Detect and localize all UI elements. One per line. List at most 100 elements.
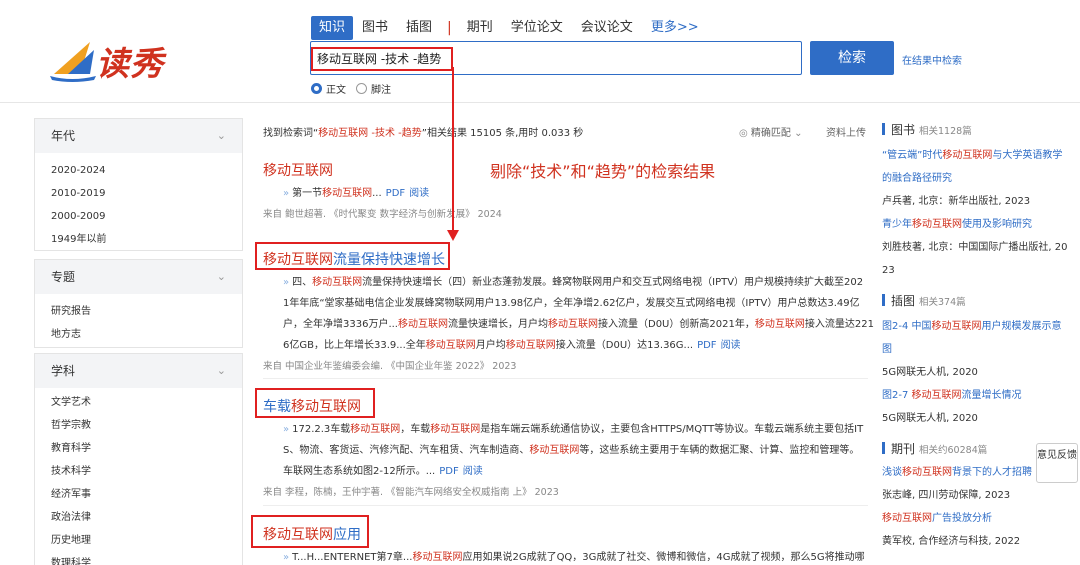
- radio-footnote-label[interactable]: 脚注: [371, 81, 391, 96]
- match-mode-dropdown[interactable]: ◎ 精确匹配 ⌄: [739, 124, 803, 139]
- related-panel: 图书 相关1128篇 “管云端”时代移动互联网与大学英语教学 的融合路径研究 卢兵…: [882, 120, 1080, 553]
- upload-link[interactable]: 资料上传: [826, 124, 866, 139]
- keyword-highlight: 移动互联网: [529, 445, 580, 456]
- snippet-line: 1年年底“堂家基础电信企业发展蜂窝物联网用户13.98亿户，全年净增2.62亿户…: [283, 293, 863, 314]
- snippet-text: 等，这些系统主要用于车辆的数据汇聚、计算、监控和管理等。: [579, 445, 860, 456]
- read-link[interactable]: 阅读: [409, 188, 429, 199]
- filter-subject-item[interactable]: 数理科学: [35, 552, 242, 565]
- related-figure-link[interactable]: 图2-7 移动互联网流量增长情况: [882, 384, 1080, 407]
- snippet-line: » T...H...ENTERNET第7章...移动互联网应用如果说2G成就了QQ…: [283, 547, 865, 565]
- category-tabs: 知识 图书 插图 | 期刊 学位论文 会议论文 更多>>: [311, 16, 708, 40]
- read-link[interactable]: 阅读: [721, 340, 741, 351]
- result-title[interactable]: 移动互联网流量保持快速增长: [263, 249, 863, 269]
- related-book-meta: 刘胜枝著, 北京：中国国际广播出版社, 20: [882, 242, 1068, 253]
- chevron-down-icon[interactable]: ⌄: [217, 260, 226, 294]
- filter-subject-item[interactable]: 教育科学: [35, 437, 242, 460]
- result-item: 车载移动互联网 » 172.2.3车载移动互联网，车载移动互联网是指车端云端系统通…: [263, 396, 863, 498]
- result-item: 移动互联网应用 » T...H...ENTERNET第7章...移动互联网应用如果…: [263, 524, 865, 565]
- keyword-highlight: 移动互联网: [430, 424, 481, 435]
- tab-6[interactable]: 更多>>: [642, 16, 708, 40]
- top-header: 读秀 知识图书插图 | 期刊学位论文会议论文更多>> 检索 在结果中检索 正文 脚注: [0, 0, 1080, 103]
- filter-subject-item[interactable]: 经济军事: [35, 483, 242, 506]
- filter-year-item[interactable]: 2000-2009: [35, 205, 242, 228]
- snippet-text: 月户均: [475, 340, 506, 351]
- radio-footnote[interactable]: [356, 83, 367, 94]
- filter-topic-item[interactable]: 研究报告: [35, 300, 242, 323]
- search-term-highlight-box: [311, 47, 453, 71]
- feedback-button[interactable]: 意见反馈: [1036, 443, 1078, 483]
- filter-year-header[interactable]: 年代 ⌄: [35, 119, 242, 153]
- snippet-line: 户，全年净增3336万户...移动互联网流量快速增长，月户均移动互联网接入流量（…: [283, 314, 874, 335]
- snippet-text: 使用及影响研究: [962, 219, 1032, 230]
- search-in-results-link[interactable]: 在结果中检索: [902, 52, 962, 67]
- filter-subject-item[interactable]: 政治法律: [35, 506, 242, 529]
- related-journal-link[interactable]: 移动互联网广告投放分析: [882, 507, 1080, 530]
- snippet-text: 流量增长情况: [961, 390, 1022, 401]
- pdf-link[interactable]: PDF: [386, 188, 405, 199]
- tab-separator: |: [447, 20, 452, 36]
- snippet-line: » 172.2.3车载移动互联网，车载移动互联网是指车端云端系统通信协议，主要包含…: [283, 419, 863, 440]
- related-figure-link-cont[interactable]: 图: [882, 338, 1080, 361]
- pdf-link[interactable]: PDF: [697, 340, 716, 351]
- related-book-link-cont[interactable]: 的融合路径研究: [882, 167, 1080, 190]
- result-title[interactable]: 移动互联网应用: [263, 524, 863, 544]
- filter-subject-item[interactable]: 技术科学: [35, 460, 242, 483]
- snippet-line: 6亿GB，比上年增长33.9...全年移动互联网月户均移动互联网接入流量（D0U…: [283, 335, 863, 356]
- chevron-down-icon[interactable]: ⌄: [217, 119, 226, 153]
- filter-subject-item[interactable]: 哲学宗教: [35, 414, 242, 437]
- related-book-link[interactable]: 青少年移动互联网使用及影响研究: [882, 213, 1080, 236]
- result-snippet: » T...H...ENTERNET第7章...移动互联网应用如果说2G成就了QQ…: [263, 547, 865, 565]
- filter-topic-header[interactable]: 专题 ⌄: [35, 260, 242, 294]
- filter-year-item[interactable]: 2020-2024: [35, 159, 242, 182]
- snippet-text: 第一节: [292, 188, 323, 199]
- snippet-text: 浅谈: [882, 467, 902, 478]
- snippet-text: 车联网生态系统如图2-12所示。...: [283, 466, 436, 477]
- related-book-link[interactable]: “管云端”时代移动互联网与大学英语教学: [882, 144, 1080, 167]
- search-button[interactable]: 检索: [810, 41, 894, 75]
- snippet-text: 接入流量（D0U）创新高2021年，: [598, 319, 755, 330]
- match-mode-label: 精确匹配: [750, 128, 791, 139]
- filter-year-item[interactable]: 2010-2019: [35, 182, 242, 205]
- filter-subject-header[interactable]: 学科 ⌄: [35, 354, 242, 388]
- result-title[interactable]: 移动互联网: [263, 160, 863, 180]
- related-figure-link[interactable]: 图2-4 中国移动互联网用户规模发展示意: [882, 315, 1080, 338]
- result-item: 移动互联网流量保持快速增长 » 四、移动互联网流量保持快速增长（四）新业态蓬勃发展…: [263, 249, 874, 372]
- snippet-text: 接入流量（D0U）达13.36G...: [555, 340, 694, 351]
- keyword-highlight: 移动互联网: [754, 319, 805, 330]
- filter-subject-item[interactable]: 历史地理: [35, 529, 242, 552]
- related-figures-header: 插图 相关374篇: [882, 291, 1080, 311]
- tab-1[interactable]: 图书: [353, 16, 397, 40]
- tab-2[interactable]: 插图: [397, 16, 441, 40]
- result-source: 来自 中国企业年鉴编委会编. 《中国企业年鉴 2022》 2023: [263, 361, 517, 372]
- filter-subject-item[interactable]: 文学艺术: [35, 391, 242, 414]
- result-snippet: » 172.2.3车载移动互联网，车载移动互联网是指车端云端系统通信协议，主要包含…: [263, 419, 863, 482]
- chevron-down-icon: ⌄: [794, 128, 803, 139]
- tab-5[interactable]: 会议论文: [572, 16, 642, 40]
- snippet-text: ...: [372, 188, 382, 199]
- radio-body-text-label[interactable]: 正文: [326, 81, 346, 96]
- keyword-highlight: 移动互联网: [902, 467, 952, 478]
- snippet-arrow-icon: »: [283, 188, 290, 199]
- snippet-text: “管云端”时代: [882, 150, 943, 161]
- keyword-highlight: 移动互联网: [350, 424, 401, 435]
- tab-4[interactable]: 学位论文: [502, 16, 572, 40]
- tab-0[interactable]: 知识: [311, 16, 354, 40]
- read-link[interactable]: 阅读: [463, 466, 483, 477]
- snippet-arrow-icon: »: [283, 552, 290, 563]
- snippet-text: 背景下的人才招聘: [952, 467, 1032, 478]
- related-figure-meta: 5G网联无人机, 2020: [882, 367, 978, 378]
- chevron-down-icon[interactable]: ⌄: [217, 354, 226, 388]
- filter-year-item[interactable]: 1949年以前: [35, 228, 242, 251]
- result-title[interactable]: 车载移动互联网: [263, 396, 863, 416]
- keyword-highlight: 移动互联网: [912, 219, 962, 230]
- keyword-highlight: 移动互联网: [505, 340, 556, 351]
- snippet-line: S、物流、客货运、汽修汽配、汽车租赁、汽车制造商、移动互联网等，这些系统主要用于…: [283, 440, 863, 461]
- radio-body-text[interactable]: [311, 83, 322, 94]
- filter-topic-item[interactable]: 地方志: [35, 323, 242, 346]
- snippet-line: 车联网生态系统如图2-12所示。... PDF 阅读: [283, 461, 863, 482]
- snippet-text: 青少年: [882, 219, 912, 230]
- result-summary-suffix: ”相关结果 15105 条,用时 0.033 秒: [421, 128, 584, 139]
- pdf-link[interactable]: PDF: [439, 466, 458, 477]
- tab-3[interactable]: 期刊: [458, 16, 502, 40]
- result-divider: [263, 378, 868, 379]
